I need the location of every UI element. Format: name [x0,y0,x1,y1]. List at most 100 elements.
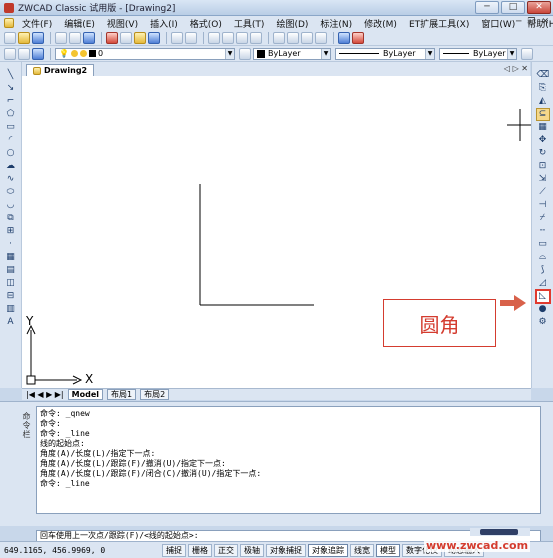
match-properties-icon[interactable] [148,31,160,44]
toggle-otrack[interactable]: 对象追踪 [308,543,348,557]
line-icon[interactable]: ╲ [5,70,17,81]
save-icon[interactable] [32,31,44,44]
layer-manager-icon[interactable] [4,47,16,60]
zoom-previous-icon[interactable] [250,31,262,44]
spline-icon[interactable]: ∿ [5,174,17,185]
rotate-icon[interactable]: ↻ [537,148,549,159]
tab-layout2[interactable]: 布局2 [140,389,170,400]
region-icon[interactable]: ◫ [5,278,17,289]
erase-icon[interactable]: ⌫ [537,70,550,81]
copy-icon[interactable] [120,31,132,44]
copy-icon[interactable]: ⎘ [537,83,549,94]
menu-modify[interactable]: 修改(M) [358,17,403,30]
tab-model[interactable]: Model [67,389,103,400]
undo-icon[interactable] [171,31,183,44]
stretch-edge-icon[interactable]: ◿ [537,278,549,289]
tab-drawing2[interactable]: Drawing2 [26,64,95,76]
layout-tab-nav[interactable]: |◀ ◀ ▶ ▶| [26,390,64,399]
cloud-icon[interactable]: ☁ [5,161,17,172]
redo-icon[interactable] [185,31,197,44]
toggle-ortho[interactable]: 正交 [214,543,238,557]
tab-nav[interactable]: ◁ ▷ ✕ [504,64,528,73]
menu-view[interactable]: 视图(V) [101,17,144,30]
properties-palette-icon[interactable] [273,31,285,44]
menu-edit[interactable]: 编辑(E) [58,17,101,30]
menu-et-tools[interactable]: ET扩展工具(X) [403,17,475,30]
polyline-icon[interactable]: ⌐ [5,96,17,107]
point-icon[interactable]: · [5,239,17,250]
menu-format[interactable]: 格式(O) [184,17,228,30]
ellipse-icon[interactable]: ⬭ [5,187,17,198]
layer-state-icon[interactable] [18,47,30,60]
paste-icon[interactable] [134,31,146,44]
break-point-icon[interactable]: ⌿ [537,213,549,224]
close-button[interactable]: ✕ [527,1,551,14]
toggle-lineweight[interactable]: 线宽 [350,543,374,557]
publish-icon[interactable] [83,31,95,44]
toggle-snap[interactable]: 捕捉 [162,543,186,557]
menu-insert[interactable]: 插入(I) [144,17,184,30]
polygon-icon[interactable]: ⬠ [5,109,17,120]
doc-minimize-button[interactable]: ─ [516,17,521,27]
layer-select[interactable]: 💡 0 ▼ [55,47,235,60]
zoom-realtime-icon[interactable] [222,31,234,44]
plot-style-icon[interactable] [521,47,533,60]
make-current-layer-icon[interactable] [239,47,251,60]
mirror-icon[interactable]: ◭ [537,96,549,107]
table-icon[interactable]: ▥ [5,304,17,315]
toggle-model[interactable]: 模型 [376,543,400,557]
wipeout-icon[interactable]: ⊟ [5,291,17,302]
command-scrollbar[interactable] [470,528,530,536]
doc-close-button[interactable]: ✕ [541,17,549,27]
ray-icon[interactable]: ↘ [5,83,17,94]
break-icon[interactable]: ╌ [537,226,549,237]
menu-file[interactable]: 文件(F) [16,17,58,30]
make-block-icon[interactable]: ⊞ [5,226,17,237]
minimize-button[interactable]: ─ [475,1,499,14]
linetype-select[interactable]: ByLayer ▼ [335,47,435,60]
menu-dimension[interactable]: 标注(N) [314,17,358,30]
help-icon[interactable] [352,31,364,44]
open-icon[interactable] [18,31,30,44]
calculator-icon[interactable] [315,31,327,44]
stretch-icon[interactable]: ⇲ [537,174,549,185]
pan-icon[interactable] [208,31,220,44]
explode-icon[interactable]: ● [537,304,549,315]
insert-block-icon[interactable]: ⧉ [5,213,17,224]
restore-button[interactable]: □ [501,1,525,14]
doc-restore-button[interactable]: ❐ [527,17,535,27]
gradient-icon[interactable]: ▤ [5,265,17,276]
design-center-icon[interactable] [287,31,299,44]
menu-tools[interactable]: 工具(T) [228,17,271,30]
print-preview-icon[interactable] [69,31,81,44]
tab-layout1[interactable]: 布局1 [107,389,137,400]
menu-window[interactable]: 窗口(W) [475,17,521,30]
move-icon[interactable]: ✥ [537,135,549,146]
help-search-icon[interactable] [338,31,350,44]
arc-icon[interactable]: ◜ [5,135,17,146]
layer-previous-icon[interactable] [32,47,44,60]
print-icon[interactable] [55,31,67,44]
zoom-window-icon[interactable] [236,31,248,44]
toggle-grid[interactable]: 栅格 [188,543,212,557]
properties-icon[interactable]: ⚙ [537,317,549,328]
fillet-icon[interactable]: ◺ [534,289,551,304]
trim-icon[interactable]: ⟋ [537,187,549,198]
ellipse-arc-icon[interactable]: ◡ [5,200,17,211]
array-icon[interactable]: ▦ [537,122,549,133]
lineweight-select[interactable]: ByLayer ▼ [439,47,517,60]
new-icon[interactable] [4,31,16,44]
scrollbar-thumb[interactable] [480,529,518,535]
extend-icon[interactable]: ⊣ [537,200,549,211]
scale-icon[interactable]: ⊡ [537,161,549,172]
lengthen-icon[interactable]: ⟆ [537,265,549,276]
menu-draw[interactable]: 绘图(D) [270,17,314,30]
cut-icon[interactable] [106,31,118,44]
color-select[interactable]: ByLayer ▼ [253,47,331,60]
chamfer-icon[interactable]: ⌓ [537,252,549,263]
mtext-icon[interactable]: A [5,317,17,328]
tool-palette-icon[interactable] [301,31,313,44]
rectangle-icon[interactable]: ▭ [5,122,17,133]
circle-icon[interactable]: ○ [5,148,17,159]
hatch-icon[interactable]: ▦ [5,252,17,263]
